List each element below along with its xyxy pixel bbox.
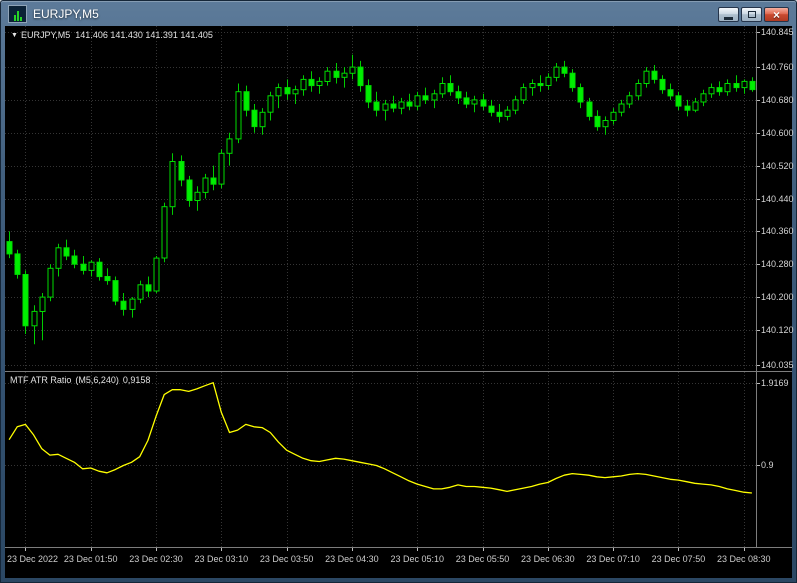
time-tick-label: 23 Dec 06:30 xyxy=(521,554,575,564)
window-titlebar[interactable]: EURJPY,M5 × xyxy=(1,1,796,26)
symbol-ohlc-label: ▼ EURJPY,M5 141.406 141.430 141.391 141.40… xyxy=(11,30,213,40)
time-axis-tick xyxy=(156,548,157,551)
time-axis-tick xyxy=(221,548,222,551)
time-tick-label: 23 Dec 08:30 xyxy=(716,554,771,564)
close-icon: × xyxy=(772,7,780,22)
chart-app-icon xyxy=(8,4,27,23)
indicator-tick-label: 0.9 xyxy=(761,460,774,470)
axis-tick xyxy=(757,32,760,33)
main-grid xyxy=(5,26,756,371)
indicator-value: 0,9158 xyxy=(122,375,151,385)
window-controls: × xyxy=(718,7,789,22)
time-axis-tick xyxy=(744,548,745,551)
symbol-label: EURJPY,M5 xyxy=(20,30,71,40)
axis-tick xyxy=(757,383,760,384)
close-button[interactable]: × xyxy=(764,7,789,22)
price-tick-label: 140.360 xyxy=(761,226,794,236)
main-chart-pane[interactable]: ▼ EURJPY,M5 141.406 141.430 141.391 141.40… xyxy=(5,26,756,371)
time-axis-tick xyxy=(352,548,353,551)
price-tick-label: 140.845 xyxy=(761,27,794,37)
atr-ratio-chart xyxy=(5,372,756,547)
price-tick-label: 140.280 xyxy=(761,259,794,269)
chart-window: EURJPY,M5 × ▼ EURJPY,M5 141.406 141.430 14… xyxy=(0,0,797,583)
time-axis-tick xyxy=(287,548,288,551)
indicator-label: MTF ATR Ratio (M5,6,240) 0,9158 xyxy=(10,375,154,385)
window-title: EURJPY,M5 xyxy=(33,6,99,21)
price-tick-label: 140.520 xyxy=(761,161,794,171)
candlestick-chart xyxy=(5,26,756,371)
time-tick-label: 23 Dec 01:50 xyxy=(63,554,118,564)
chart-client-area: ▼ EURJPY,M5 141.406 141.430 141.391 141.40… xyxy=(5,26,794,578)
time-axis-tick xyxy=(678,548,679,551)
restore-button[interactable] xyxy=(741,7,762,22)
price-tick-label: 140.200 xyxy=(761,292,794,302)
time-tick-label: 23 Dec 05:10 xyxy=(390,554,444,564)
indicator-grid xyxy=(5,372,756,547)
time-tick-label: 23 Dec 07:10 xyxy=(586,554,640,564)
time-tick-label: 23 Dec 03:10 xyxy=(194,554,249,564)
price-tick-label: 140.440 xyxy=(761,194,794,204)
minimize-button[interactable] xyxy=(718,7,739,22)
price-tick-label: 140.680 xyxy=(761,95,794,105)
time-tick-label: 23 Dec 2022 xyxy=(7,554,59,564)
time-tick-label: 23 Dec 07:50 xyxy=(651,554,706,564)
time-axis-tick xyxy=(613,548,614,551)
time-tick-label: 23 Dec 04:30 xyxy=(325,554,379,564)
price-tick-label: 140.120 xyxy=(761,325,794,335)
axis-tick xyxy=(757,166,760,167)
indicator-tick-label: 1.9169 xyxy=(761,378,789,388)
minimize-icon xyxy=(724,16,733,20)
time-tick-label: 23 Dec 05:50 xyxy=(455,554,510,564)
time-tick-label: 23 Dec 03:50 xyxy=(259,554,314,564)
price-tick-label: 140.760 xyxy=(761,62,794,72)
time-axis-tick xyxy=(483,548,484,551)
atr-ratio-line xyxy=(8,382,752,494)
indicator-params: (M5,6,240) xyxy=(75,375,119,385)
price-axis[interactable]: 140.845 140.760 140.680 140.600 140.520 140.4… xyxy=(757,26,794,548)
axis-tick xyxy=(757,465,760,466)
axis-tick xyxy=(757,199,760,200)
restore-icon xyxy=(747,11,756,18)
axis-tick xyxy=(757,264,760,265)
time-axis-tick xyxy=(25,548,26,551)
time-axis-tick xyxy=(417,548,418,551)
axis-tick xyxy=(757,297,760,298)
ohlc-values: 141.406 141.430 141.391 141.405 xyxy=(75,30,213,40)
time-axis-tick xyxy=(548,548,549,551)
indicator-pane[interactable]: MTF ATR Ratio (M5,6,240) 0,9158 xyxy=(5,372,756,547)
indicator-name: MTF ATR Ratio xyxy=(10,375,72,385)
axis-tick xyxy=(757,330,760,331)
axis-tick xyxy=(757,67,760,68)
price-tick-label: 140.600 xyxy=(761,128,794,138)
time-axis-tick xyxy=(91,548,92,551)
axis-tick xyxy=(757,100,760,101)
axis-tick xyxy=(757,133,760,134)
time-tick-label: 23 Dec 02:30 xyxy=(129,554,183,564)
time-axis[interactable]: 23 Dec 2022 23 Dec 01:50 23 Dec 02:30 23 De… xyxy=(5,548,792,578)
axis-tick xyxy=(757,365,760,366)
dropdown-arrow-icon: ▼ xyxy=(11,32,18,39)
axis-tick xyxy=(757,231,760,232)
price-tick-label: 140.035 xyxy=(761,360,794,370)
